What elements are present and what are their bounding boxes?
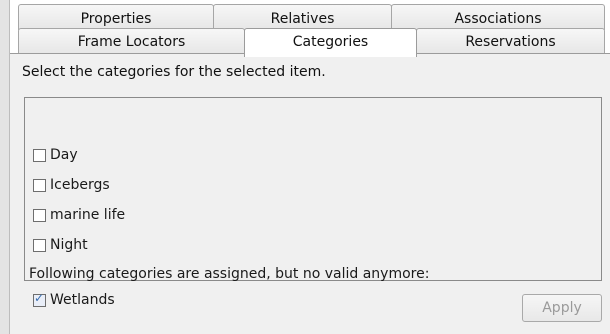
apply-button[interactable]: Apply (522, 294, 602, 322)
category-label-icebergs: Icebergs (50, 177, 110, 193)
invalid-categories-note: Following categories are assigned, but n… (29, 266, 430, 282)
categories-panel: Select the categories for the selected i… (10, 53, 610, 334)
tab-properties[interactable]: Properties (18, 4, 214, 30)
category-item-icebergs[interactable]: Icebergs (33, 175, 110, 195)
category-checkbox-night[interactable] (33, 238, 46, 252)
category-item-wetlands[interactable]: ✓ Wetlands (33, 290, 115, 310)
instruction-text: Select the categories for the selected i… (22, 64, 326, 80)
category-label-day: Day (50, 147, 78, 163)
category-item-marine-life[interactable]: marine life (33, 205, 125, 225)
check-icon: ✓ (34, 290, 45, 305)
tab-categories[interactable]: Categories (244, 28, 417, 57)
category-item-day[interactable]: Day (33, 145, 78, 165)
category-item-night[interactable]: Night (33, 235, 88, 255)
categories-group-box: Day Icebergs marine life Night Following… (24, 97, 602, 308)
category-checkbox-icebergs[interactable] (33, 178, 46, 192)
tab-associations[interactable]: Associations (391, 4, 605, 30)
tab-reservations[interactable]: Reservations (416, 28, 605, 54)
category-checkbox-wetlands[interactable]: ✓ (33, 290, 46, 307)
tab-relatives[interactable]: Relatives (213, 4, 392, 30)
category-label-wetlands: Wetlands (50, 292, 115, 308)
category-label-night: Night (50, 237, 88, 253)
category-label-marine-life: marine life (50, 207, 126, 223)
tab-frame-locators[interactable]: Frame Locators (18, 28, 245, 54)
category-checkbox-day[interactable] (33, 148, 46, 162)
window-left-edge (0, 0, 10, 334)
category-checkbox-marine-life[interactable] (33, 208, 46, 222)
categories-window: Properties Relatives Associations Frame … (0, 0, 610, 334)
